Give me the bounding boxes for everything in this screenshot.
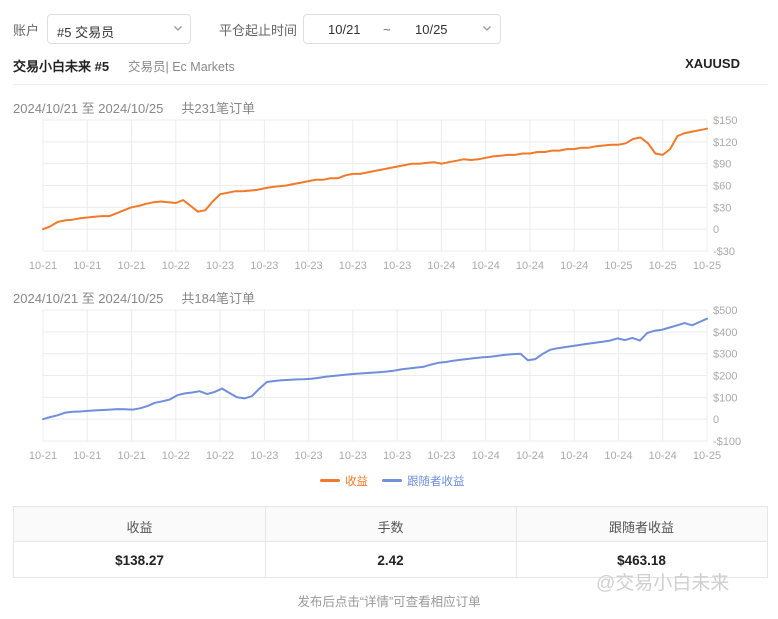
chevron-down-icon (174, 26, 182, 31)
y-tick-label: $100 (713, 392, 737, 404)
y-tick-label: $300 (713, 349, 737, 361)
legend-item-follower-profit[interactable]: 跟随者收益 (407, 473, 465, 489)
x-tick-label: 10-23 (250, 450, 278, 462)
x-tick-label: 10-23 (250, 260, 278, 272)
legend-swatch-profit (320, 479, 340, 482)
y-tick-label: $30 (713, 202, 731, 214)
account-select-value: #5 交易员 (57, 25, 115, 40)
value-profit: $138.27 (115, 553, 164, 568)
header-profit: 收益 (126, 520, 153, 535)
legend-item-profit[interactable]: 收益 (345, 473, 368, 489)
y-tick-label: $200 (713, 371, 737, 383)
x-tick-label: 10-24 (472, 450, 500, 462)
account-label: 账户 (13, 23, 40, 38)
trader-name: 交易小白未来 #5 (13, 59, 110, 74)
y-tick-label: 0 (713, 414, 719, 426)
x-tick-label: 10-23 (427, 450, 455, 462)
x-tick-label: 10-23 (206, 260, 234, 272)
legend-swatch-follower (382, 479, 402, 482)
x-tick-label: 10-24 (649, 450, 677, 462)
watermark: @交易小白未来 (596, 573, 730, 594)
trader-profit-chart: $150 $120 $90 $60 $30 0 -$30 10-21 10-21 10-21 10-… (29, 115, 738, 272)
x-tick-label: 10-24 (604, 450, 632, 462)
x-tick-label: 10-21 (73, 260, 101, 272)
account-select[interactable]: #5 交易员 (47, 14, 191, 44)
trader-subtitle: 交易员| Ec Markets (128, 60, 235, 74)
x-tick-label: 10-23 (295, 260, 323, 272)
y-tick-label: $120 (713, 137, 737, 149)
follower-profit-chart: $500 $400 $300 $200 $100 0 -$100 10-21 10-21 10-2… (29, 305, 741, 462)
y-tick-label: $90 (713, 159, 731, 171)
series-line-1 (42, 317, 708, 421)
x-tick-label: 10-25 (693, 260, 721, 272)
header-lots: 手数 (377, 520, 404, 535)
date-separator: ~ (383, 22, 391, 37)
time-range-label: 平仓起止时间 (219, 23, 298, 38)
x-tick-label: 10-21 (29, 260, 57, 272)
y-tick-label: $60 (713, 181, 731, 193)
date-start: 10/21 (328, 22, 361, 37)
y-tick-label: $150 (713, 115, 737, 127)
x-tick-label: 10-24 (560, 450, 588, 462)
date-end: 10/25 (415, 22, 448, 37)
x-tick-label: 10-21 (73, 450, 101, 462)
x-tick-label: 10-22 (206, 450, 234, 462)
header-divider (13, 84, 768, 85)
symbol-label: XAUUSD (685, 56, 740, 71)
x-tick-label: 10-23 (383, 260, 411, 272)
x-tick-label: 10-25 (693, 450, 721, 462)
x-tick-label: 10-23 (339, 260, 367, 272)
x-tick-label: 10-22 (162, 450, 190, 462)
x-tick-label: 10-25 (649, 260, 677, 272)
x-tick-label: 10-21 (29, 450, 57, 462)
x-tick-label: 10-25 (604, 260, 632, 272)
header-follower-profit: 跟随者收益 (608, 520, 674, 535)
y-tick-label: $500 (713, 305, 737, 317)
chart-legend: 收益 跟随者收益 (0, 472, 778, 490)
x-tick-label: 10-22 (162, 260, 190, 272)
y-tick-label: -$30 (713, 246, 735, 258)
x-tick-label: 10-24 (516, 260, 544, 272)
chevron-down-icon (483, 26, 491, 31)
date-range-picker[interactable]: 10/21 ~ 10/25 (303, 14, 501, 44)
value-lots: 2.42 (377, 553, 404, 568)
y-tick-label: $400 (713, 327, 737, 339)
y-tick-label: -$100 (713, 436, 741, 448)
x-tick-label: 10-21 (117, 260, 145, 272)
filter-bar: 账户 #5 交易员 平仓起止时间 10/21 ~ 10/25 (0, 0, 778, 56)
value-follower-profit: $463.18 (617, 553, 666, 568)
x-tick-label: 10-23 (339, 450, 367, 462)
trader-header: 交易小白未来 #5 交易员| Ec Markets XAUUSD (0, 52, 778, 80)
x-tick-label: 10-24 (472, 260, 500, 272)
x-tick-label: 10-23 (295, 450, 323, 462)
x-tick-label: 10-24 (427, 260, 455, 272)
x-tick-label: 10-23 (383, 450, 411, 462)
x-tick-label: 10-24 (560, 260, 588, 272)
y-tick-label: 0 (713, 224, 719, 236)
x-tick-label: 10-24 (516, 450, 544, 462)
series-line-0 (42, 127, 708, 231)
x-tick-label: 10-21 (117, 450, 145, 462)
